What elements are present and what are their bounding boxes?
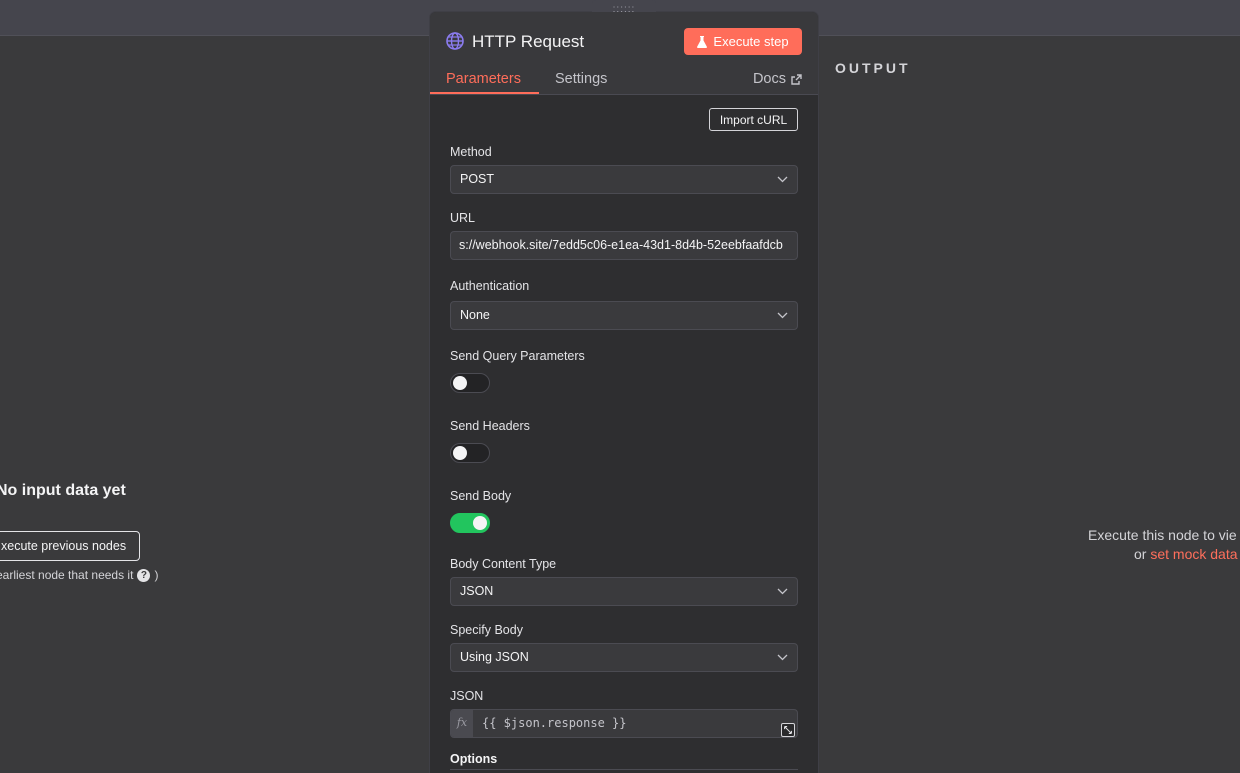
body-content-type-label: Body Content Type <box>450 557 557 571</box>
node-details-panel: :::::: HTTP Request Execute step Paramet… <box>430 0 818 773</box>
no-input-title: No input data yet <box>0 482 126 499</box>
send-headers-label: Send Headers <box>450 419 530 433</box>
output-message-line2: or set mock data <box>1088 545 1238 564</box>
url-label: URL <box>450 211 476 225</box>
toggle-knob <box>453 376 467 390</box>
node-title[interactable]: HTTP Request <box>472 32 584 52</box>
send-headers-toggle[interactable] <box>450 443 490 463</box>
set-mock-data-link[interactable]: set mock data <box>1150 546 1237 562</box>
authentication-value: None <box>460 308 490 322</box>
output-empty-message: Execute this node to vie or set mock dat… <box>1088 526 1238 564</box>
json-expression-value: {{ $json.response }} <box>482 716 627 730</box>
output-message-line: Execute this node to vie <box>1088 527 1237 543</box>
json-expression-editor[interactable]: fx {{ $json.response }} <box>450 709 798 738</box>
earliest-note-close: ) <box>154 568 159 582</box>
specify-body-select[interactable]: Using JSON <box>450 643 798 672</box>
url-input[interactable]: s://webhook.site/7edd5c06-e1ea-43d1-8d4b… <box>450 231 798 260</box>
flask-icon <box>697 35 708 48</box>
external-link-icon <box>791 73 802 85</box>
specify-body-value: Using JSON <box>460 650 529 664</box>
method-select[interactable]: POST <box>450 165 798 194</box>
input-pane: No input data yet xecute previous nodes … <box>0 36 430 773</box>
send-query-toggle[interactable] <box>450 373 490 393</box>
method-value: POST <box>460 172 495 186</box>
toggle-knob <box>453 446 467 460</box>
send-query-label: Send Query Parameters <box>450 349 585 363</box>
earliest-node-note: earliest node that needs it ? ) <box>0 568 158 582</box>
execute-step-button[interactable]: Execute step <box>684 28 802 55</box>
options-divider <box>450 769 798 770</box>
body-content-type-select[interactable]: JSON <box>450 577 798 606</box>
options-label: Options <box>450 752 498 766</box>
specify-body-label: Specify Body <box>450 623 523 637</box>
tab-parameters[interactable]: Parameters <box>446 71 521 87</box>
json-label: JSON <box>450 689 484 703</box>
send-body-toggle[interactable] <box>450 513 490 533</box>
fx-icon: fx <box>451 710 473 737</box>
parameters-body: Import cURL Method POST URL s://webhook.… <box>450 96 798 773</box>
method-label: Method <box>450 145 492 159</box>
toggle-knob <box>473 516 487 530</box>
send-body-label: Send Body <box>450 489 512 503</box>
execute-previous-nodes-button[interactable]: xecute previous nodes <box>0 531 140 561</box>
question-circle-icon[interactable]: ? <box>137 568 151 582</box>
authentication-label: Authentication <box>450 279 530 293</box>
docs-label: Docs <box>752 71 786 87</box>
expand-icon[interactable] <box>781 723 795 737</box>
output-pane: OUTPUT Execute this node to vie or set m… <box>818 36 1240 773</box>
globe-icon <box>446 32 464 50</box>
chevron-down-icon <box>777 312 788 319</box>
chevron-down-icon <box>777 588 788 595</box>
execute-step-label: Execute step <box>713 34 789 49</box>
docs-link[interactable]: Docs <box>753 71 802 87</box>
active-tab-indicator <box>430 92 539 94</box>
output-label: OUTPUT <box>835 60 911 76</box>
authentication-select[interactable]: None <box>450 301 798 330</box>
tab-settings[interactable]: Settings <box>555 71 607 87</box>
body-content-type-value: JSON <box>460 584 494 598</box>
output-or-text: or <box>1134 546 1147 562</box>
earliest-note-text: earliest node that needs it <box>0 568 134 582</box>
chevron-down-icon <box>777 176 788 183</box>
panel-header: HTTP Request Execute step Parameters Set… <box>430 12 818 95</box>
import-curl-button[interactable]: Import cURL <box>709 108 798 131</box>
chevron-down-icon <box>777 654 788 661</box>
